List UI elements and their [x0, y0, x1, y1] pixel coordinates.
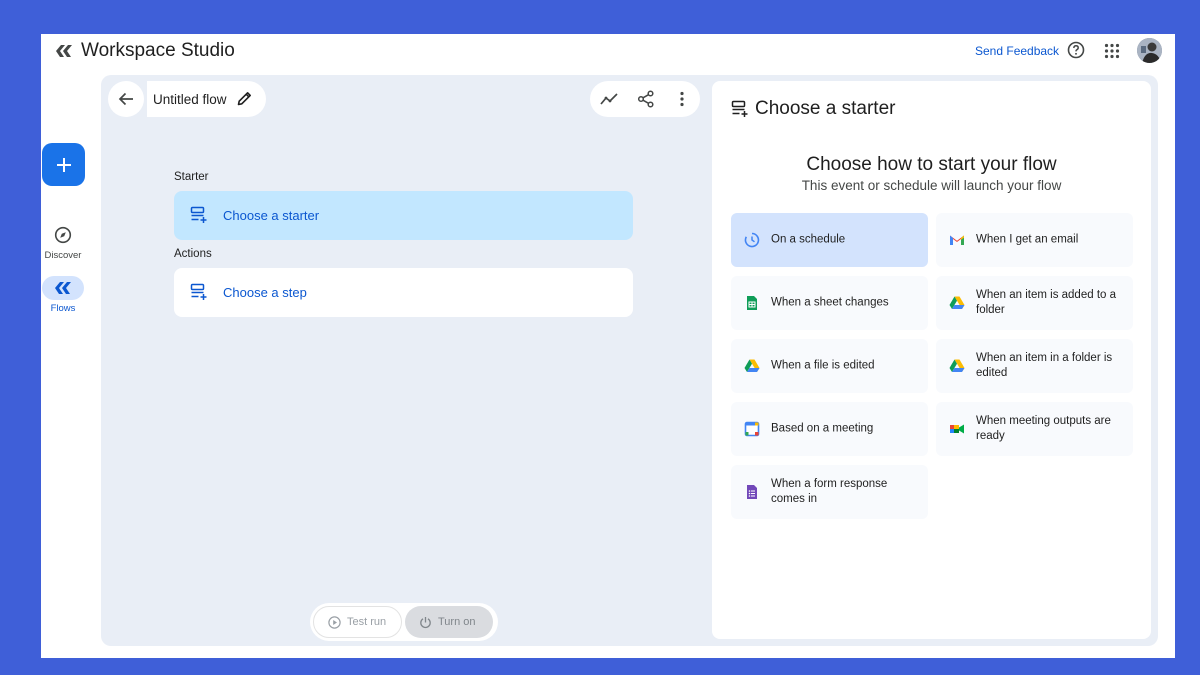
more-vert-icon[interactable] [673, 90, 691, 108]
choose-step-card[interactable]: Choose a step [174, 268, 633, 317]
workspace-studio-logo-icon [56, 45, 72, 57]
option-when-a-form-response-comes-in[interactable]: When a form response comes in [731, 465, 928, 519]
rail-label-discover: Discover [44, 250, 82, 261]
option-label: When a form response comes in [771, 478, 888, 505]
option-label: When a file is edited [771, 359, 875, 372]
drive-icon [949, 359, 965, 372]
forms-icon [747, 485, 757, 499]
starter-panel: Choose a starter Choose how to start you… [712, 81, 1151, 639]
drive-icon [744, 359, 760, 372]
option-label: When meeting outputs are ready [976, 415, 1111, 442]
create-flow-button[interactable] [42, 143, 85, 186]
schedule-icon [744, 232, 760, 248]
option-when-a-file-is-edited[interactable]: When a file is edited [731, 339, 928, 393]
flows-icon [55, 282, 71, 294]
option-based-on-a-meeting[interactable]: Based on a meeting [731, 402, 928, 456]
option-when-an-item-in-a-folder-is-edited[interactable]: When an item in a folder is edited [936, 339, 1133, 393]
option-when-an-item-is-added-to-a-folder[interactable]: When an item is added to a folder [936, 276, 1133, 330]
option-when-a-sheet-changes[interactable]: When a sheet changes [731, 276, 928, 330]
run-controls: Test run Turn on [310, 603, 498, 641]
flow-title-pill: Untitled flow [147, 81, 266, 117]
sheets-icon [747, 296, 757, 310]
share-icon[interactable] [637, 90, 655, 108]
step-icon [190, 283, 207, 300]
choose-starter-text: Choose a starter [223, 208, 320, 223]
option-label: On a schedule [771, 233, 846, 246]
compass-icon [54, 226, 72, 244]
option-label: Based on a meeting [771, 422, 874, 435]
panel-subheading: This event or schedule will launch your … [801, 178, 1062, 193]
option-label: When a sheet changes [771, 296, 889, 309]
pencil-icon[interactable] [236, 90, 253, 107]
starter-icon [190, 206, 207, 223]
test-run-label: Test run [347, 616, 387, 628]
drive-icon [949, 296, 965, 309]
option-on-a-schedule[interactable]: On a schedule [731, 213, 928, 267]
apps-grid-icon[interactable] [1104, 43, 1120, 59]
option-label: When an item in a folder is edited [976, 352, 1113, 379]
app-title: Workspace Studio [81, 40, 235, 61]
actions-section-label: Actions [174, 248, 212, 260]
meet-icon [950, 424, 964, 434]
calendar-icon [744, 421, 760, 437]
help-icon[interactable] [1067, 41, 1085, 59]
analytics-icon[interactable] [600, 90, 618, 108]
rail-item-discover[interactable]: Discover [41, 223, 85, 261]
rail-item-flows[interactable]: Flows [41, 276, 85, 314]
play-circle-icon [328, 615, 341, 629]
panel-heading: Choose how to start your flow [806, 154, 1057, 175]
rail-label-flows: Flows [50, 303, 76, 314]
canvas-toolbar [590, 81, 700, 117]
app-window: Workspace Studio Send Feedback Discover … [41, 34, 1175, 658]
choose-starter-card[interactable]: Choose a starter [174, 191, 633, 240]
turn-on-button[interactable]: Turn on [405, 606, 493, 638]
power-icon [420, 616, 431, 628]
send-feedback-link[interactable]: Send Feedback [975, 44, 1059, 58]
avatar-image [1137, 38, 1162, 63]
arrow-left-icon [118, 92, 133, 106]
option-when-i-get-an-email[interactable]: When I get an email [936, 213, 1133, 267]
option-when-meeting-outputs-are-ready[interactable]: When meeting outputs are ready [936, 402, 1133, 456]
test-run-button[interactable]: Test run [313, 606, 402, 638]
gmail-icon [950, 235, 964, 245]
starter-icon [731, 100, 748, 117]
back-button[interactable] [108, 81, 144, 117]
starter-section-label: Starter [174, 171, 209, 183]
turn-on-label: Turn on [438, 616, 476, 628]
option-label: When I get an email [976, 233, 1079, 246]
option-label: When an item is added to a folder [976, 289, 1116, 316]
choose-step-text: Choose a step [223, 285, 307, 300]
avatar[interactable] [1137, 38, 1162, 63]
plus-icon [56, 157, 71, 172]
flow-title[interactable]: Untitled flow [153, 92, 227, 107]
top-bar: Workspace Studio Send Feedback [41, 34, 1175, 68]
panel-title: Choose a starter [755, 98, 896, 119]
